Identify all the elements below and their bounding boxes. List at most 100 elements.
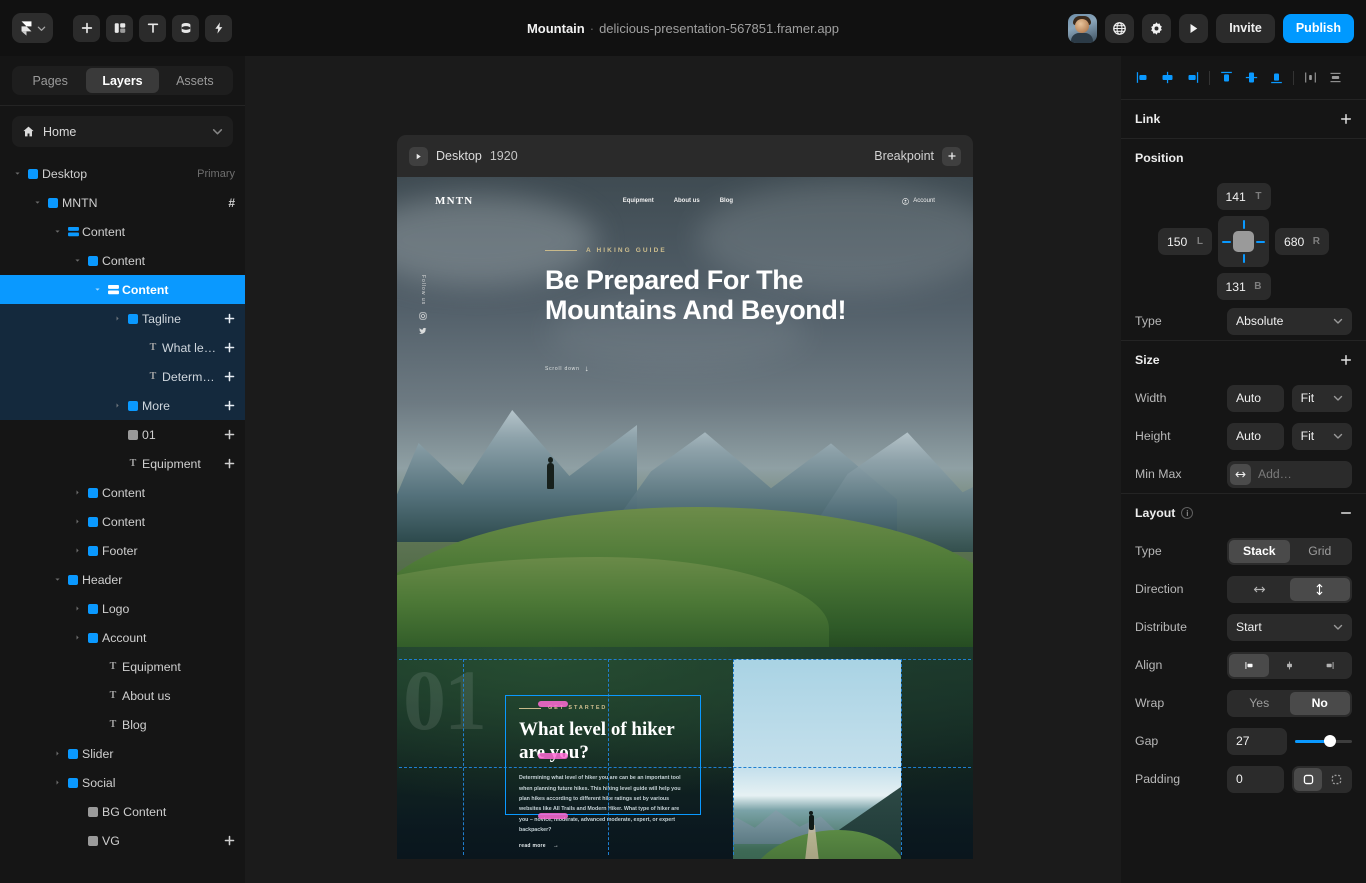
- layer-row-more[interactable]: More: [0, 391, 245, 420]
- padding-handle[interactable]: [538, 813, 568, 819]
- pin-top[interactable]: [1242, 220, 1245, 229]
- pin-bottom[interactable]: [1242, 254, 1245, 263]
- website-preview[interactable]: MNTN Equipment About us Blog Account Fol…: [397, 177, 973, 859]
- frame-name[interactable]: Desktop: [436, 149, 482, 163]
- minmax-axis-toggle[interactable]: [1230, 463, 1251, 485]
- chevron-down-icon[interactable]: [50, 576, 64, 583]
- chevron-down-icon[interactable]: [90, 286, 104, 293]
- pin-left[interactable]: [1222, 240, 1231, 243]
- minmax-field[interactable]: Add…: [1227, 460, 1352, 488]
- add-link-button[interactable]: [1340, 113, 1352, 125]
- layout-distribute-select[interactable]: Start: [1227, 613, 1352, 641]
- gap-field[interactable]: 27: [1227, 727, 1287, 755]
- frame-preview-button[interactable]: [409, 146, 428, 166]
- position-bottom-field[interactable]: 131 B: [1216, 273, 1271, 300]
- page-selector[interactable]: Home: [12, 116, 233, 147]
- layer-row-content[interactable]: Content: [0, 246, 245, 275]
- layer-row-tagline[interactable]: Tagline: [0, 304, 245, 333]
- layer-row-01[interactable]: 01: [0, 420, 245, 449]
- add-layer-button[interactable]: [224, 458, 235, 469]
- gap-slider-knob[interactable]: [1324, 735, 1337, 747]
- chevron-down-icon[interactable]: [70, 257, 84, 264]
- text-tool-button[interactable]: [139, 14, 166, 42]
- layer-row-content[interactable]: Content: [0, 275, 245, 304]
- wrap-yes-button[interactable]: Yes: [1229, 692, 1290, 715]
- align-center-button[interactable]: [1269, 654, 1309, 677]
- align-bottom-button[interactable]: [1265, 66, 1288, 89]
- position-top-field[interactable]: 141 T: [1216, 183, 1271, 210]
- frame-width[interactable]: 1920: [490, 149, 518, 163]
- layer-row-desktop[interactable]: Desktop Primary: [0, 159, 245, 188]
- position-pin-pad[interactable]: [1218, 216, 1269, 267]
- padding-handle[interactable]: [538, 701, 568, 707]
- wrap-no-button[interactable]: No: [1289, 691, 1350, 715]
- add-layer-button[interactable]: [224, 371, 235, 382]
- site-brand[interactable]: MNTN: [435, 195, 473, 207]
- layer-row-about-us[interactable]: T About us: [0, 681, 245, 710]
- scroll-indicator[interactable]: Scroll down ↓: [545, 365, 589, 373]
- site-account-button[interactable]: Account: [902, 197, 935, 205]
- layer-row-content[interactable]: Content: [0, 478, 245, 507]
- chevron-right-icon[interactable]: [110, 402, 124, 409]
- pin-right[interactable]: [1256, 240, 1265, 243]
- padding-field[interactable]: 0: [1227, 765, 1285, 793]
- layer-row-equipment[interactable]: T Equipment: [0, 449, 245, 478]
- nav-link-equipment[interactable]: Equipment: [623, 198, 654, 204]
- chevron-right-icon[interactable]: [70, 605, 84, 612]
- chevron-down-icon[interactable]: [30, 199, 44, 206]
- tab-layers[interactable]: Layers: [86, 68, 159, 93]
- read-more-link[interactable]: read more →: [519, 843, 687, 849]
- align-start-button[interactable]: [1229, 653, 1270, 677]
- align-left-button[interactable]: [1131, 66, 1154, 89]
- align-top-button[interactable]: [1215, 66, 1238, 89]
- avatar[interactable]: [1068, 13, 1098, 43]
- add-size-button[interactable]: [1340, 354, 1352, 366]
- distribute-horizontal-button[interactable]: [1299, 66, 1322, 89]
- position-type-select[interactable]: Absolute: [1227, 307, 1352, 335]
- layer-row-footer[interactable]: Footer: [0, 536, 245, 565]
- add-layer-button[interactable]: [224, 313, 235, 324]
- layer-row-vg[interactable]: VG: [0, 826, 245, 855]
- twitter-icon[interactable]: [419, 327, 427, 335]
- gap-handle[interactable]: [538, 753, 568, 759]
- chevron-right-icon[interactable]: [70, 547, 84, 554]
- invite-button[interactable]: Invite: [1216, 13, 1275, 43]
- collapse-layout-button[interactable]: [1340, 507, 1352, 519]
- nav-link-about-us[interactable]: About us: [674, 198, 700, 204]
- nav-link-blog[interactable]: Blog: [720, 198, 733, 204]
- align-end-button[interactable]: [1310, 654, 1350, 677]
- chevron-right-icon[interactable]: [70, 489, 84, 496]
- chevron-down-icon[interactable]: [50, 228, 64, 235]
- align-right-button[interactable]: [1181, 66, 1204, 89]
- tab-pages[interactable]: Pages: [14, 68, 86, 93]
- layer-row-determ[interactable]: T Determ…: [0, 362, 245, 391]
- framer-logo-button[interactable]: [12, 13, 53, 43]
- layer-row-equipment[interactable]: T Equipment: [0, 652, 245, 681]
- layer-row-slider[interactable]: Slider: [0, 739, 245, 768]
- direction-horizontal-button[interactable]: [1229, 578, 1290, 601]
- chevron-right-icon[interactable]: [110, 315, 124, 322]
- layer-row-account[interactable]: Account: [0, 623, 245, 652]
- publish-button[interactable]: Publish: [1282, 13, 1354, 43]
- add-layer-button[interactable]: [224, 835, 235, 846]
- position-right-field[interactable]: 680 R: [1275, 228, 1329, 255]
- chevron-right-icon[interactable]: [70, 518, 84, 525]
- layer-row-social[interactable]: Social: [0, 768, 245, 797]
- layer-row-bg-content[interactable]: BG Content: [0, 797, 245, 826]
- section-photo[interactable]: [733, 659, 901, 859]
- layer-tree[interactable]: Desktop Primary MNTN # Content Content Content…: [0, 157, 245, 883]
- layout-type-stack[interactable]: Stack: [1229, 539, 1290, 563]
- chevron-right-icon[interactable]: [70, 634, 84, 641]
- height-field[interactable]: Auto: [1227, 422, 1284, 450]
- add-breakpoint-button[interactable]: [942, 146, 961, 166]
- layout-type-grid[interactable]: Grid: [1290, 540, 1351, 563]
- hero-heading[interactable]: Be Prepared For The Mountains And Beyond…: [545, 265, 925, 325]
- settings-button[interactable]: [1142, 13, 1172, 43]
- direction-vertical-button[interactable]: [1289, 577, 1350, 601]
- gap-slider[interactable]: [1295, 728, 1352, 755]
- instagram-icon[interactable]: [419, 312, 427, 320]
- insert-button[interactable]: [73, 14, 100, 42]
- padding-individual-button[interactable]: [1322, 768, 1350, 791]
- align-vertical-center-button[interactable]: [1240, 66, 1263, 89]
- layer-row-content[interactable]: Content: [0, 507, 245, 536]
